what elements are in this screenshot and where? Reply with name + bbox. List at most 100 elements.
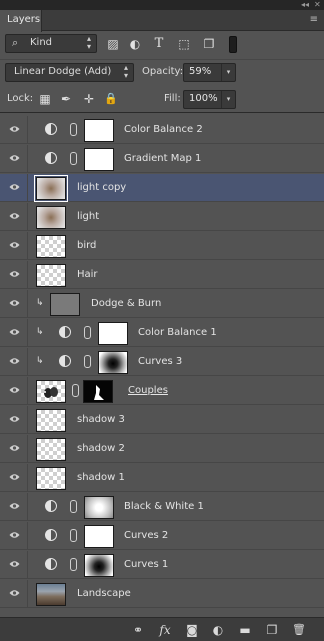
layer-name[interactable]: Black & White 1 bbox=[124, 501, 204, 512]
blend-mode-select[interactable]: Linear Dodge (Add) ▴ ▾ bbox=[5, 63, 134, 82]
layer-thumbnail[interactable] bbox=[36, 409, 66, 432]
visibility-toggle[interactable] bbox=[0, 406, 28, 434]
collapse-panel-icon[interactable]: ◂◂ bbox=[301, 0, 309, 9]
layer-mask-thumbnail[interactable] bbox=[98, 351, 128, 374]
layer-name[interactable]: bird bbox=[77, 240, 96, 251]
layer-thumbnail[interactable] bbox=[36, 583, 66, 606]
link-chain-icon[interactable] bbox=[72, 384, 79, 397]
visibility-toggle[interactable] bbox=[0, 319, 28, 347]
fill-field[interactable]: 100% ▾ bbox=[183, 90, 236, 109]
layer-name[interactable]: Couples bbox=[128, 385, 168, 396]
layer-name[interactable]: light copy bbox=[77, 182, 126, 193]
link-chain-icon[interactable] bbox=[84, 355, 91, 368]
layer-name[interactable]: Curves 2 bbox=[124, 530, 168, 541]
opacity-field[interactable]: 59% ▾ bbox=[183, 63, 236, 82]
layer-mask-thumbnail[interactable] bbox=[84, 119, 114, 142]
layer-name[interactable]: shadow 2 bbox=[77, 443, 125, 454]
new-adjustment-icon[interactable]: ◐ bbox=[210, 622, 226, 638]
panel-menu-icon[interactable]: ≡ bbox=[310, 14, 318, 25]
visibility-toggle[interactable] bbox=[0, 377, 28, 405]
adjustment-filter-icon[interactable]: ◐ bbox=[127, 36, 143, 52]
new-group-icon[interactable]: ▬ bbox=[237, 622, 253, 638]
layer-thumbnail[interactable] bbox=[36, 264, 66, 287]
layer-mask-thumbnail[interactable] bbox=[83, 380, 113, 403]
layer-name[interactable]: Dodge & Burn bbox=[91, 298, 161, 309]
layer-thumbnail[interactable] bbox=[36, 467, 66, 490]
layer-row[interactable]: Couples bbox=[0, 377, 324, 405]
layer-thumbnail[interactable] bbox=[36, 206, 66, 229]
layer-name[interactable]: shadow 3 bbox=[77, 414, 125, 425]
link-chain-icon[interactable] bbox=[84, 326, 91, 339]
lock-image-pixels-icon[interactable]: ✒ bbox=[59, 92, 73, 106]
visibility-toggle[interactable] bbox=[0, 232, 28, 260]
layer-row[interactable]: Hair bbox=[0, 261, 324, 289]
layer-name[interactable]: light bbox=[77, 211, 99, 222]
layer-name[interactable]: Landscape bbox=[77, 588, 131, 599]
lock-transparent-pixels-icon[interactable]: ▦ bbox=[38, 92, 52, 106]
layer-mask-thumbnail[interactable] bbox=[84, 525, 114, 548]
layer-row[interactable]: shadow 3 bbox=[0, 406, 324, 434]
layer-thumbnail[interactable] bbox=[36, 380, 66, 403]
layer-mask-thumbnail[interactable] bbox=[84, 496, 114, 519]
layer-name[interactable]: shadow 1 bbox=[77, 472, 125, 483]
add-mask-icon[interactable]: ◙ bbox=[184, 622, 200, 638]
fx-icon[interactable]: fx bbox=[157, 622, 173, 638]
visibility-toggle[interactable] bbox=[0, 493, 28, 521]
visibility-toggle[interactable] bbox=[0, 116, 28, 144]
shape-filter-icon[interactable]: ⬚ bbox=[176, 36, 192, 52]
visibility-toggle[interactable] bbox=[0, 551, 28, 579]
layer-row[interactable]: Gradient Map 1 bbox=[0, 145, 324, 173]
layer-row[interactable]: Curves 2 bbox=[0, 522, 324, 550]
link-chain-icon[interactable] bbox=[70, 500, 77, 513]
visibility-toggle[interactable] bbox=[0, 464, 28, 492]
visibility-toggle[interactable] bbox=[0, 435, 28, 463]
visibility-toggle[interactable] bbox=[0, 174, 28, 202]
layer-row[interactable]: Curves 1 bbox=[0, 551, 324, 579]
layer-row[interactable]: ↳ Color Balance 1 bbox=[0, 319, 324, 347]
layer-thumbnail[interactable] bbox=[36, 438, 66, 461]
layer-name[interactable]: Curves 1 bbox=[124, 559, 168, 570]
layer-row[interactable]: Color Balance 2 bbox=[0, 116, 324, 144]
visibility-toggle[interactable] bbox=[0, 290, 28, 318]
image-filter-icon[interactable]: ▨ bbox=[105, 36, 121, 52]
layer-name[interactable]: Hair bbox=[77, 269, 98, 280]
visibility-toggle[interactable] bbox=[0, 261, 28, 289]
link-layers-icon[interactable]: ⚭ bbox=[130, 622, 146, 638]
layer-name[interactable]: Curves 3 bbox=[138, 356, 182, 367]
new-layer-icon[interactable]: ❐ bbox=[264, 622, 280, 638]
visibility-toggle[interactable] bbox=[0, 145, 28, 173]
visibility-toggle[interactable] bbox=[0, 203, 28, 231]
fill-dropdown-icon[interactable]: ▾ bbox=[221, 91, 235, 108]
layer-thumbnail[interactable] bbox=[34, 175, 68, 202]
layer-row[interactable]: light bbox=[0, 203, 324, 231]
layer-row[interactable]: Landscape bbox=[0, 580, 324, 608]
layer-name[interactable]: Gradient Map 1 bbox=[124, 153, 201, 164]
close-panel-icon[interactable]: ✕ bbox=[314, 0, 321, 9]
layer-row[interactable]: bird bbox=[0, 232, 324, 260]
layer-row[interactable]: shadow 1 bbox=[0, 464, 324, 492]
smart-object-filter-icon[interactable]: ❐ bbox=[201, 36, 217, 52]
link-chain-icon[interactable] bbox=[70, 123, 77, 136]
layer-row[interactable]: Black & White 1 bbox=[0, 493, 324, 521]
layer-row[interactable]: ↳ Curves 3 bbox=[0, 348, 324, 376]
layer-name[interactable]: Color Balance 2 bbox=[124, 124, 203, 135]
layer-row[interactable]: light copy bbox=[0, 174, 324, 202]
layer-mask-thumbnail[interactable] bbox=[98, 322, 128, 345]
trash-icon[interactable]: 🗑 bbox=[291, 622, 307, 638]
link-chain-icon[interactable] bbox=[70, 152, 77, 165]
visibility-toggle[interactable] bbox=[0, 580, 28, 608]
opacity-dropdown-icon[interactable]: ▾ bbox=[221, 64, 235, 81]
link-chain-icon[interactable] bbox=[70, 558, 77, 571]
layer-mask-thumbnail[interactable] bbox=[84, 554, 114, 577]
lock-all-icon[interactable]: 🔒 bbox=[104, 92, 118, 106]
filter-kind-select[interactable]: ⌕ Kind ▴ ▾ bbox=[5, 34, 97, 53]
layer-thumbnail[interactable] bbox=[36, 235, 66, 258]
layer-name[interactable]: Color Balance 1 bbox=[138, 327, 217, 338]
type-filter-icon[interactable]: T bbox=[151, 36, 167, 52]
layer-thumbnail[interactable] bbox=[50, 293, 80, 316]
layer-row[interactable]: shadow 2 bbox=[0, 435, 324, 463]
lock-position-icon[interactable]: ✛ bbox=[82, 92, 96, 106]
layer-row[interactable]: ↳ Dodge & Burn bbox=[0, 290, 324, 318]
visibility-toggle[interactable] bbox=[0, 348, 28, 376]
link-chain-icon[interactable] bbox=[70, 529, 77, 542]
